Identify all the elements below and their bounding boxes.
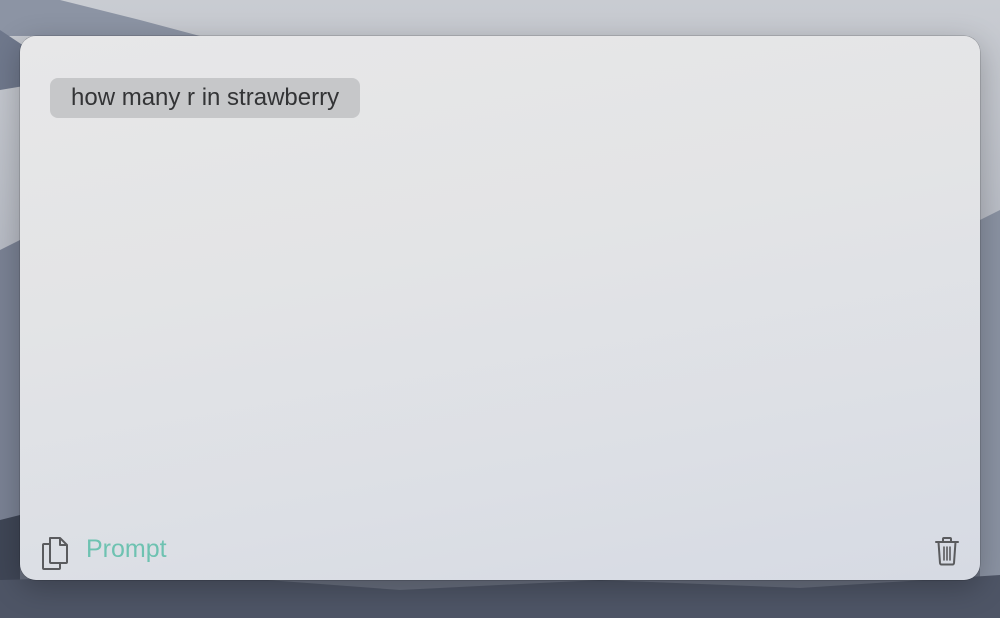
trash-icon[interactable] — [934, 536, 960, 566]
query-chip[interactable]: how many r in strawberry — [50, 78, 361, 118]
prompt-label[interactable]: Prompt — [86, 534, 167, 564]
panel-footer: Prompt — [20, 520, 980, 580]
copy-documents-icon[interactable] — [40, 536, 70, 570]
desktop-background: how many r in strawberry Prompt — [0, 0, 1000, 618]
assistant-panel: how many r in strawberry Prompt — [20, 36, 980, 580]
